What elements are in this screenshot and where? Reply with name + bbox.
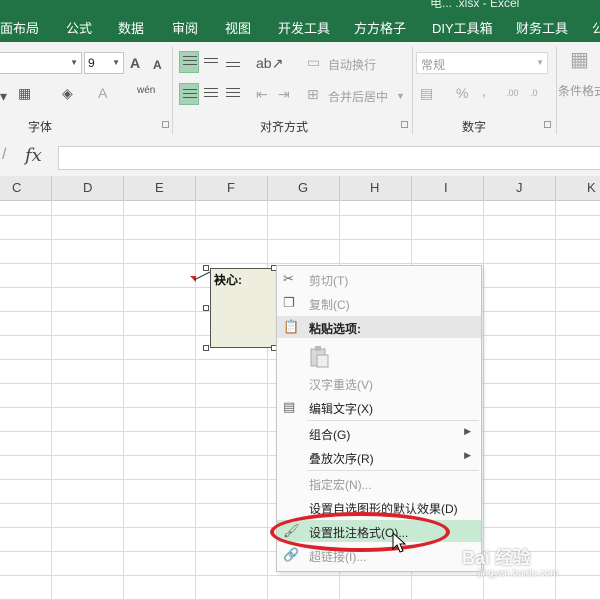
formula-bar: / fx <box>0 138 600 176</box>
merge-center-button[interactable]: 合并后居中 <box>328 88 388 105</box>
column-headers: C D E F G H I J K <box>0 176 600 201</box>
increase-decimal-icon[interactable]: .00 <box>506 86 519 100</box>
align-center-icon[interactable] <box>204 88 218 100</box>
merge-dropdown-arrow[interactable]: ▼ <box>396 89 405 103</box>
menu-item-edit-text[interactable]: ▤ 编辑文字(X) <box>277 396 481 418</box>
number-format-value: 常规 <box>421 58 446 72</box>
paste-icon: 📋 <box>283 319 300 334</box>
mouse-cursor-icon <box>392 532 407 553</box>
increase-indent-icon[interactable]: ⇥ <box>278 87 290 101</box>
tab-more[interactable]: 公 <box>592 18 600 37</box>
column-header[interactable]: K <box>587 180 596 195</box>
title-bar: 电... .xlsx - Excel <box>0 0 600 10</box>
group-label-alignment: 对齐方式 <box>260 120 309 134</box>
comment-text[interactable]: 袂心: <box>214 271 242 288</box>
column-header[interactable]: J <box>516 180 523 195</box>
number-format-combo[interactable]: 常规 ▼ <box>416 52 548 74</box>
ribbon-separator <box>556 46 557 134</box>
tab-review[interactable]: 审阅 <box>172 18 198 37</box>
conditional-format-icon[interactable]: ▦ <box>570 50 589 70</box>
fill-color-icon[interactable]: ◈ <box>62 86 73 100</box>
resize-handle[interactable] <box>203 305 209 311</box>
watermark-url: jingyan.baidu.com <box>478 568 559 579</box>
ribbon-separator <box>172 46 173 134</box>
menu-item-assign-macro[interactable]: 指定宏(N)... <box>277 472 481 494</box>
column-header[interactable]: F <box>227 180 235 195</box>
column-header[interactable]: D <box>83 180 92 195</box>
group-label-number: 数字 <box>462 120 487 134</box>
borders-icon[interactable]: ▦ <box>18 86 31 100</box>
tab-fangfang[interactable]: 方方格子 <box>354 18 406 37</box>
percent-button[interactable]: % <box>456 86 468 100</box>
insert-function-button[interactable]: fx <box>25 145 42 166</box>
menu-separator <box>307 420 479 421</box>
comment-connector <box>193 271 211 281</box>
column-header[interactable]: I <box>444 180 448 195</box>
alignment-dialog-launcher[interactable] <box>401 121 408 128</box>
font-size-combo[interactable]: 9 ▼ <box>84 52 124 74</box>
menu-item-paste-options: 📋 粘贴选项: <box>277 316 481 338</box>
scissors-icon: ✂ <box>283 271 294 286</box>
tab-page-layout[interactable]: 面布局 <box>0 18 39 37</box>
tab-formulas[interactable]: 公式 <box>66 18 92 37</box>
tab-diy-toolbox[interactable]: DIY工具箱 <box>432 18 493 37</box>
decrease-decimal-icon[interactable]: .0 <box>530 86 538 100</box>
window-title: 电... .xlsx - Excel <box>430 0 520 10</box>
formula-input[interactable] <box>58 146 600 170</box>
grow-font-button[interactable]: A <box>130 56 140 70</box>
column-header[interactable]: C <box>12 180 21 195</box>
border-dropdown-arrow[interactable]: ▾ <box>0 89 7 103</box>
currency-format-icon[interactable]: ▤ <box>420 86 433 100</box>
edit-text-icon: ▤ <box>283 399 296 414</box>
group-label-font: 字体 <box>28 120 53 134</box>
submenu-arrow-icon: ▶ <box>464 450 471 460</box>
ribbon-tab-bar: 面布局 公式 数据 审阅 视图 开发工具 方方格子 DIY工具箱 财务工具 公 <box>0 10 600 42</box>
annotation-ellipse <box>270 512 450 552</box>
font-size-value: 9 <box>88 56 95 70</box>
comma-button[interactable]: , <box>482 84 486 98</box>
column-header[interactable]: G <box>298 180 308 195</box>
number-dialog-launcher[interactable] <box>544 121 551 128</box>
font-dialog-launcher[interactable] <box>162 121 169 128</box>
tab-view[interactable]: 视图 <box>225 18 251 37</box>
font-color-icon[interactable]: A <box>98 86 107 100</box>
decrease-indent-icon[interactable]: ⇤ <box>256 87 268 101</box>
phonetic-guide-icon[interactable]: wén <box>137 84 155 98</box>
menu-item-cut[interactable]: ✂ 剪切(T) <box>277 268 481 290</box>
paste-keep-format-icon[interactable] <box>309 346 329 368</box>
font-name-combo[interactable]: ▼ <box>0 52 82 74</box>
watermark: Bai 经验 <box>462 548 532 568</box>
menu-item-group[interactable]: 组合(G) ▶ <box>277 422 481 444</box>
wrap-text-icon: ▭ <box>307 54 321 70</box>
align-bottom-icon[interactable] <box>226 62 240 74</box>
align-top-button[interactable] <box>179 51 199 73</box>
shrink-font-button[interactable]: A <box>153 58 162 72</box>
menu-item-copy[interactable]: ❐ 复制(C) <box>277 292 481 314</box>
ribbon-separator <box>412 46 413 134</box>
comment-box[interactable]: 袂心: <box>210 268 278 348</box>
align-right-icon[interactable] <box>226 88 240 100</box>
conditional-format-button[interactable]: 条件格式 <box>558 82 600 99</box>
tab-developer[interactable]: 开发工具 <box>278 18 330 37</box>
merge-icon: ⊞ <box>307 86 319 102</box>
column-header[interactable]: E <box>155 180 164 195</box>
orientation-icon[interactable]: ab↗ <box>256 56 283 70</box>
resize-handle[interactable] <box>203 265 209 271</box>
tab-data[interactable]: 数据 <box>118 18 144 37</box>
submenu-arrow-icon: ▶ <box>464 426 471 436</box>
align-middle-icon[interactable] <box>204 58 218 70</box>
link-icon: 🔗 <box>283 547 300 562</box>
menu-item-order[interactable]: 叠放次序(R) ▶ <box>277 446 481 468</box>
tab-finance-tools[interactable]: 财务工具 <box>516 18 568 37</box>
menu-separator <box>307 470 479 471</box>
resize-handle[interactable] <box>203 345 209 351</box>
formula-bar-divider: / <box>2 146 7 163</box>
column-header[interactable]: H <box>370 180 379 195</box>
copy-icon: ❐ <box>283 295 295 310</box>
align-left-button[interactable] <box>179 83 199 105</box>
wrap-text-button[interactable]: 自动换行 <box>328 56 376 73</box>
menu-item-reconvert[interactable]: 汉字重选(V) <box>277 372 481 394</box>
